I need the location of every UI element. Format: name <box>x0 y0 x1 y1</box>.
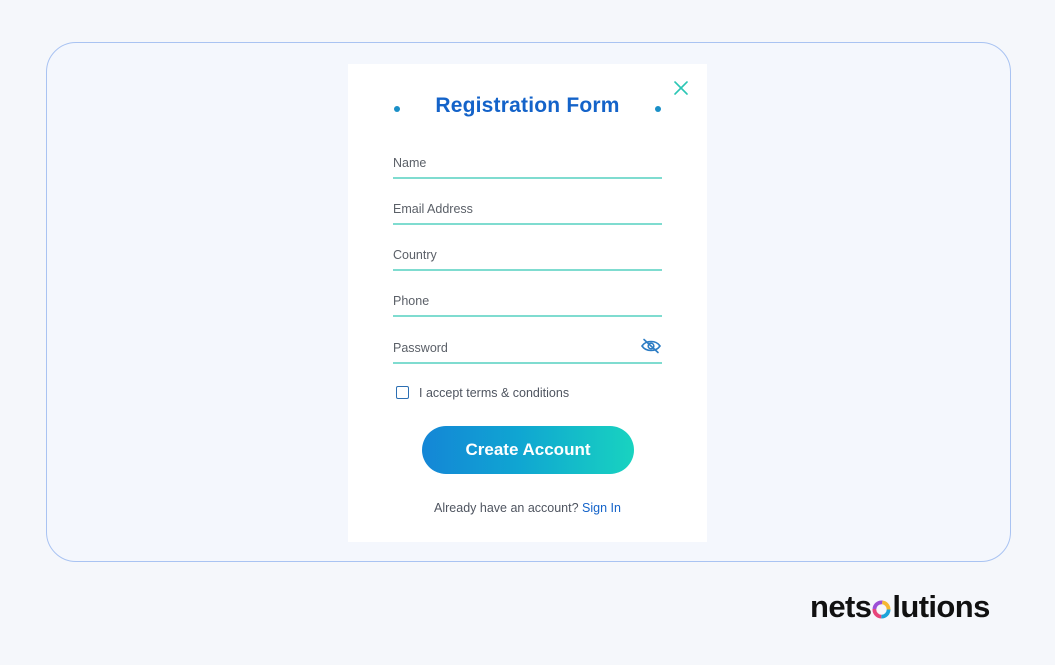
country-input[interactable] <box>393 244 633 266</box>
page: Registration Form I accept terms & con <box>0 0 1055 665</box>
country-field-wrapper <box>393 241 662 271</box>
brand-suffix: lutions <box>892 589 990 624</box>
phone-field-wrapper <box>393 287 662 317</box>
email-input[interactable] <box>393 198 633 220</box>
terms-checkbox[interactable] <box>396 386 409 399</box>
ring-logo-icon <box>872 600 891 619</box>
name-field-wrapper <box>393 149 662 179</box>
email-field-wrapper <box>393 195 662 225</box>
password-field-wrapper <box>393 334 662 364</box>
title-row: Registration Form <box>348 92 707 124</box>
decorative-dot-right <box>655 106 661 112</box>
name-input[interactable] <box>393 152 633 174</box>
signin-row: Already have an account? Sign In <box>348 501 707 515</box>
create-account-button[interactable]: Create Account <box>422 426 634 474</box>
terms-label: I accept terms & conditions <box>419 386 570 400</box>
brand-logo: nets lutions <box>810 589 990 629</box>
phone-input[interactable] <box>393 290 633 312</box>
signin-link[interactable]: Sign In <box>582 501 621 515</box>
form-title: Registration Form <box>435 94 620 117</box>
brand-prefix: nets <box>810 589 872 624</box>
password-input[interactable] <box>393 337 633 359</box>
eye-slash-icon[interactable] <box>640 338 662 354</box>
registration-card: Registration Form I accept terms & con <box>348 64 707 542</box>
signin-prompt: Already have an account? <box>434 501 579 515</box>
